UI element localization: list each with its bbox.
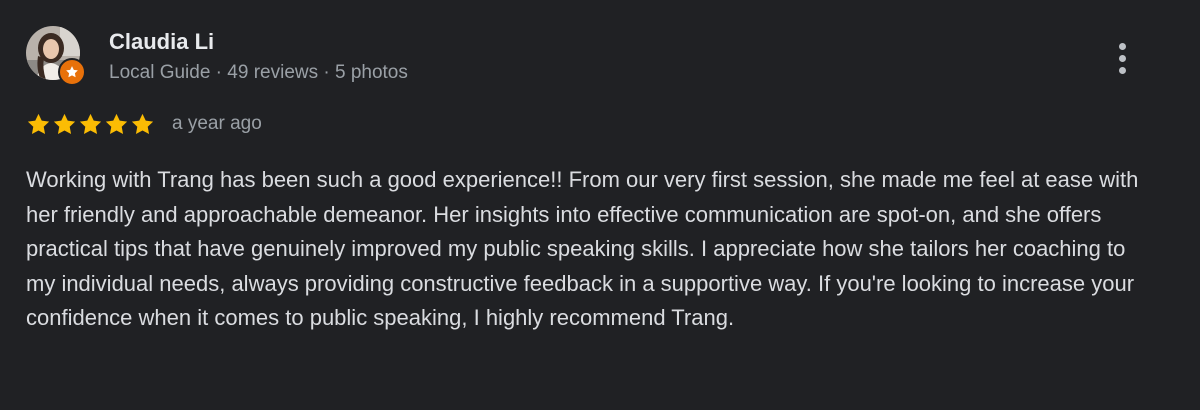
author-name[interactable]: Claudia Li <box>109 29 214 55</box>
star-icon <box>105 113 128 134</box>
review-text: Working with Trang has been such a good … <box>26 167 1139 330</box>
author-meta[interactable]: Local Guide · 49 reviews · 5 photos <box>109 62 408 84</box>
star-icon <box>27 113 50 134</box>
review-timestamp: a year ago <box>172 113 262 134</box>
review-card: Claudia Li Local Guide · 49 reviews · 5 … <box>0 0 1200 410</box>
more-vert-icon-dot <box>1118 66 1126 74</box>
more-vert-icon <box>1118 42 1126 50</box>
star-rating <box>26 112 155 137</box>
star-icon <box>79 113 102 134</box>
star-icon <box>53 113 76 134</box>
local-guide-star-badge <box>58 58 86 86</box>
rating-row: a year ago <box>26 111 262 137</box>
more-vert-icon-dot <box>1118 54 1126 62</box>
more-options-button[interactable] <box>1108 38 1136 78</box>
star-icon <box>66 66 78 78</box>
avatar[interactable] <box>26 26 86 86</box>
star-icon <box>131 113 154 134</box>
